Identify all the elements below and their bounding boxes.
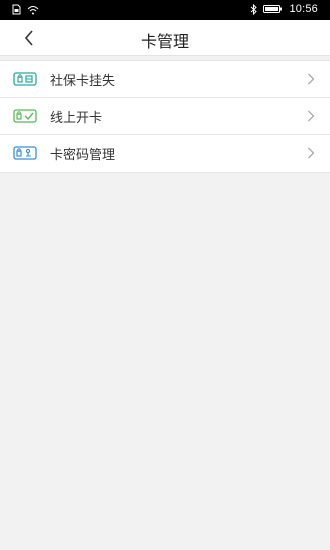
status-right: 10:56 [250,3,318,15]
card-lock-icon [13,72,37,86]
menu-item-password[interactable]: 卡密码管理 [0,135,330,172]
nav-bar: 卡管理 [0,20,330,56]
chevron-right-icon [308,147,315,159]
menu-item-label: 社保卡挂失 [50,74,116,89]
status-left [12,4,39,15]
sim-icon [12,4,21,15]
page-title: 卡管理 [140,32,189,51]
status-bar: 10:56 [0,0,330,20]
menu-item-open-online[interactable]: 线上开卡 [0,98,330,135]
status-time: 10:56 [289,3,318,15]
battery-icon [263,5,283,13]
chevron-right-icon [308,73,315,85]
card-menu-list: 社保卡挂失 线上开卡 卡密码管理 [0,60,330,173]
bluetooth-icon [251,3,258,15]
menu-item-label: 卡密码管理 [50,148,116,163]
card-key-icon [13,146,37,160]
card-check-icon [13,109,37,123]
menu-item-label: 线上开卡 [50,111,103,126]
wifi-icon [27,5,39,14]
menu-item-report-loss[interactable]: 社保卡挂失 [0,61,330,98]
chevron-right-icon [308,110,315,122]
